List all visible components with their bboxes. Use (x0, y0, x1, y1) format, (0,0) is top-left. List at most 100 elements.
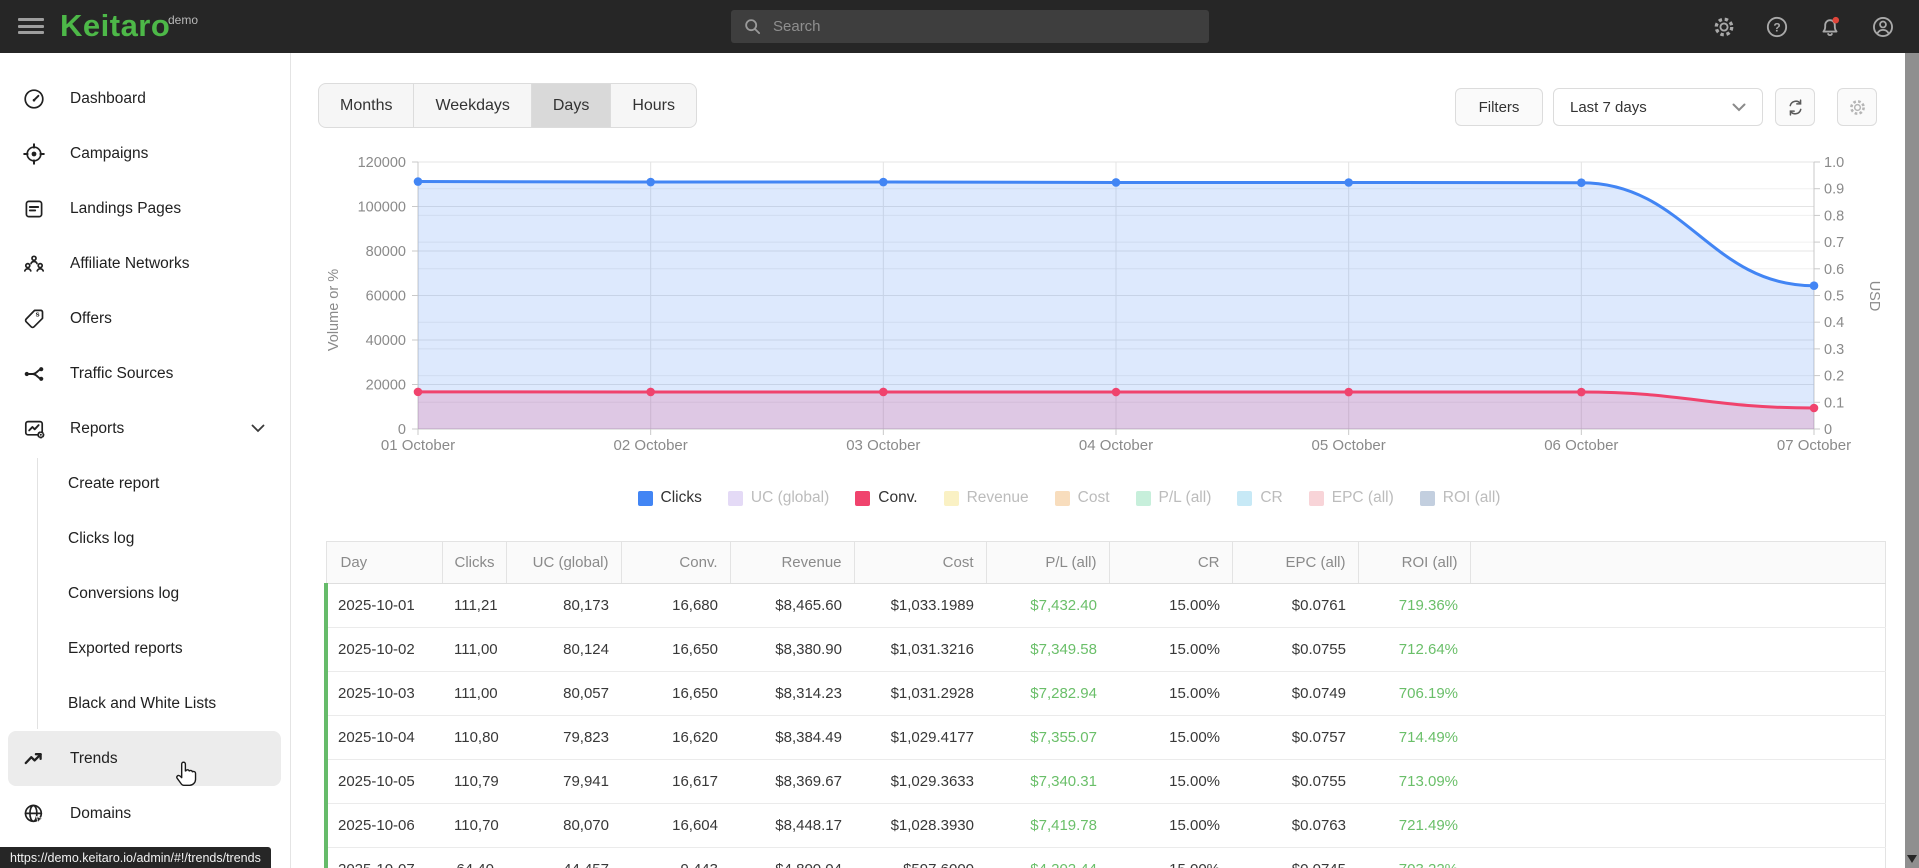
sidebar-item-label: Offers (70, 309, 112, 327)
sidebar-item-label: Landings Pages (70, 199, 182, 217)
sidebar-item-traffic-sources[interactable]: Traffic Sources (8, 346, 281, 401)
legend-item-revenue[interactable]: Revenue (943, 489, 1029, 507)
legend-item-p-l-all[interactable]: P/L (all) (1135, 489, 1211, 507)
domains-icon (22, 802, 46, 826)
cell-roi-all: 712.64% (1358, 627, 1470, 672)
table-row[interactable]: 2025-10-01 111,21 80,173 16,680 $8,465.60 $1,… (324, 583, 1886, 628)
tab-months[interactable]: Months (319, 84, 415, 127)
legend-item-epc-all[interactable]: EPC (all) (1308, 489, 1394, 507)
refresh-button[interactable] (1775, 88, 1815, 126)
sidebar-item-label: Trends (70, 749, 118, 767)
table-row[interactable]: 2025-10-06 110,70 80,070 16,604 $8,448.17 $1,… (324, 803, 1886, 848)
cell-conv: 9,443 (621, 847, 730, 868)
sidebar-subitem-clicks-log[interactable]: Clicks log (0, 511, 290, 566)
sidebar-item-campaigns[interactable]: Campaigns (8, 126, 281, 181)
help-icon[interactable]: ? (1765, 15, 1789, 39)
hamburger-menu-icon[interactable] (18, 14, 44, 38)
sidebar-item-domains[interactable]: Domains (8, 786, 281, 841)
sidebar-subitem-exported-reports[interactable]: Exported reports (0, 621, 290, 676)
tab-hours[interactable]: Hours (611, 84, 696, 127)
sidebar-item-affiliate-networks[interactable]: Affiliate Networks (8, 236, 281, 291)
cell-p-l-all: $7,355.07 (986, 715, 1109, 760)
legend-swatch (1308, 490, 1324, 506)
sidebar-subitem-conversions-log[interactable]: Conversions log (0, 566, 290, 621)
cell-cost: $1,029.3633 (854, 759, 986, 804)
trends-chart[interactable]: 0 20000 40000 60000 80000 100000 120000 0 0.1 0.2… (324, 130, 1882, 470)
sidebar-item-landings-pages[interactable]: Landings Pages (8, 181, 281, 236)
column-header-roi-all[interactable]: ROI (all) (1358, 541, 1471, 584)
table-row[interactable]: 2025-10-03 111,00 80,057 16,650 $8,314.23 $1,… (324, 671, 1886, 716)
legend-swatch (1135, 490, 1151, 506)
column-header-cr[interactable]: CR (1109, 541, 1233, 584)
sidebar-item-dashboard[interactable]: Dashboard (8, 71, 281, 126)
column-header-day[interactable]: Day (326, 541, 443, 584)
gear-icon (1849, 99, 1865, 115)
cell-day: 2025-10-04 (324, 715, 442, 760)
page-scrollbar[interactable] (1905, 53, 1919, 868)
table-row[interactable]: 2025-10-0764,4044,4579,443$4,800.04$597.… (324, 847, 1886, 868)
settings-gear-icon[interactable] (1712, 15, 1736, 39)
sidebar-subitem-create-report[interactable]: Create report (0, 456, 290, 511)
cell-roi-all: 706.19% (1358, 671, 1470, 716)
svg-text:?: ? (1773, 20, 1780, 34)
trends-icon (22, 747, 46, 771)
scroll-down-arrow-icon[interactable] (1907, 855, 1917, 863)
cell-filler (1470, 847, 1886, 868)
sidebar-item-trends[interactable]: Trends (8, 731, 281, 786)
chart-settings-button[interactable] (1837, 88, 1877, 126)
cell-filler (1470, 803, 1886, 848)
svg-text:80000: 80000 (366, 244, 406, 260)
column-header-cost[interactable]: Cost (854, 541, 987, 584)
table-row[interactable]: 2025-10-04 110,80 79,823 16,620 $8,384.49 $1,… (324, 715, 1886, 760)
user-account-icon[interactable] (1871, 15, 1895, 39)
column-header-revenue[interactable]: Revenue (730, 541, 855, 584)
legend-label: Cost (1077, 489, 1110, 506)
legend-item-uc-global[interactable]: UC (global) (727, 489, 829, 507)
cell-day: 2025-10-05 (324, 759, 442, 804)
sidebar: Dashboard Campaigns Landings Pages Affiliat… (0, 53, 291, 868)
chart-legend: Clicks UC (global) Conv. Revenue Cost P/L (al… (324, 489, 1814, 507)
legend-item-cost[interactable]: Cost (1054, 489, 1110, 507)
column-header-clicks[interactable]: Clicks (442, 541, 507, 584)
table-row[interactable]: 2025-10-02 111,00 80,124 16,650 $8,380.90 $1,… (324, 627, 1886, 672)
cell-uc-global: 80,173 (563, 597, 609, 614)
column-header-conv[interactable]: Conv. (621, 541, 731, 584)
svg-text:0.8: 0.8 (1824, 208, 1844, 224)
legend-swatch (1419, 490, 1435, 506)
column-header-p-l-all[interactable]: P/L (all) (986, 541, 1110, 584)
sidebar-item-offers[interactable]: s Offers (8, 291, 281, 346)
legend-item-conv[interactable]: Conv. (855, 489, 918, 507)
chevron-down-icon (251, 420, 265, 438)
date-range-select[interactable]: Last 7 days (1553, 88, 1763, 126)
svg-text:07 October: 07 October (1777, 437, 1851, 454)
legend-item-cr[interactable]: CR (1237, 489, 1283, 507)
notifications-bell-icon[interactable] (1818, 15, 1842, 39)
search-input[interactable] (773, 18, 1197, 35)
search-icon (745, 19, 761, 35)
cell-day: 2025-10-02 (324, 627, 442, 672)
sidebar-item-reports[interactable]: Reports (8, 401, 281, 456)
chart-svg: 0 20000 40000 60000 80000 100000 120000 0 0.1 0.2… (326, 155, 1882, 454)
table-row[interactable]: 2025-10-05 110,79 79,941 16,617 $8,369.67 $1,… (324, 759, 1886, 804)
trends-table-container: Day Clicks UC (global) Conv. Revenue Cost P/L … (324, 541, 1886, 868)
tab-days[interactable]: Days (531, 84, 612, 127)
cell-revenue: $8,380.90 (730, 627, 854, 672)
legend-item-clicks[interactable]: Clicks (637, 489, 702, 507)
legend-swatch (1054, 490, 1070, 506)
cell-clicks: 111,21 (454, 597, 498, 614)
dashboard-icon (22, 87, 46, 111)
sidebar-subitem-black-and-white-lists[interactable]: Black and White Lists (0, 676, 290, 731)
column-header-uc-global[interactable]: UC (global) (506, 541, 622, 584)
svg-text:04 October: 04 October (1079, 437, 1153, 454)
filters-button[interactable]: Filters (1455, 88, 1543, 126)
reports-icon (22, 417, 46, 441)
tab-weekdays[interactable]: Weekdays (414, 84, 532, 127)
column-header-epc-all[interactable]: EPC (all) (1232, 541, 1359, 584)
svg-text:0.4: 0.4 (1824, 315, 1844, 331)
notification-dot (1832, 16, 1840, 23)
legend-swatch (637, 490, 653, 506)
legend-item-roi-all[interactable]: ROI (all) (1419, 489, 1500, 507)
cell-clicks: 110,80 (442, 715, 506, 760)
cell-epc-all: $0.0763 (1232, 803, 1358, 848)
search-bar[interactable] (731, 10, 1209, 43)
